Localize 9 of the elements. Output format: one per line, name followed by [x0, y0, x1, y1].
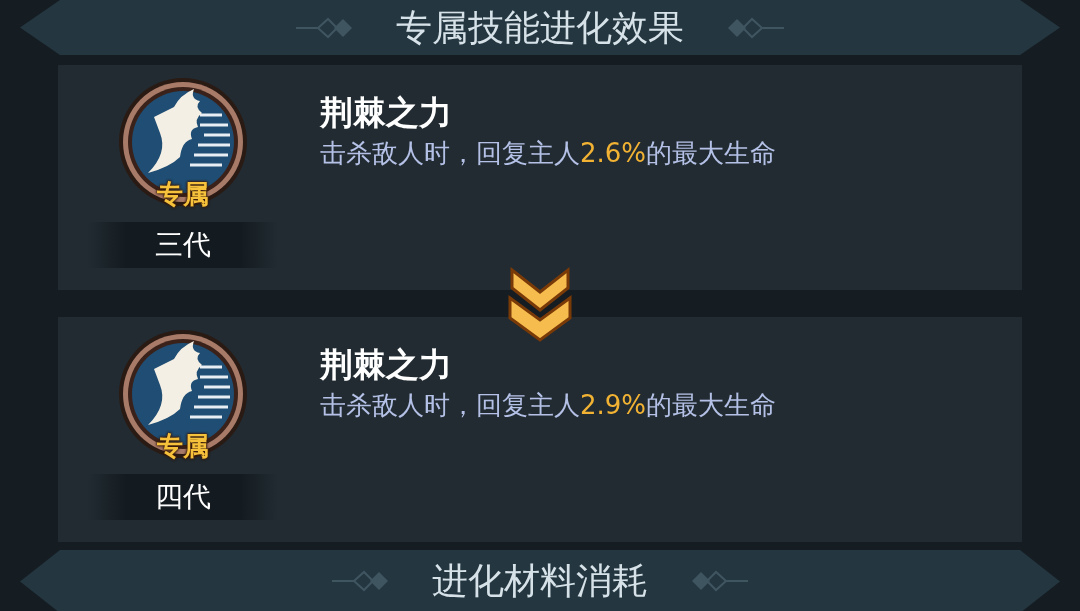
wing-emblem-icon: [118, 77, 248, 207]
wing-emblem-icon: [118, 329, 248, 459]
banner-title: 专属技能进化效果: [396, 9, 684, 46]
banner-title: 进化材料消耗: [432, 562, 648, 599]
skill-description: 击杀敌人时，回复主人2.6%的最大生命: [320, 137, 777, 170]
skill-description: 击杀敌人时，回复主人2.9%的最大生命: [320, 389, 777, 422]
skill-name: 荆棘之力: [320, 345, 453, 385]
skill-name: 荆棘之力: [320, 93, 453, 133]
double-chevron-down-icon: [506, 266, 574, 344]
